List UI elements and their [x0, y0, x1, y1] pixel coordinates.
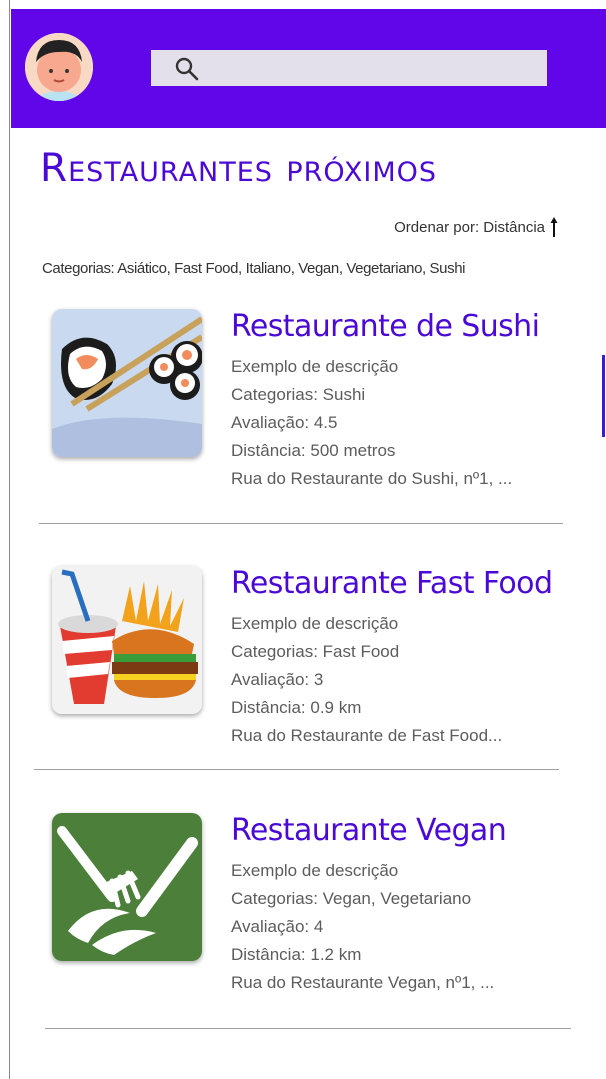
restaurant-description: Exemplo de descrição: [231, 614, 399, 633]
vegan-image: [52, 813, 202, 961]
app-bar: [11, 9, 606, 128]
scrollbar[interactable]: [602, 355, 605, 437]
search-icon[interactable]: [174, 56, 200, 82]
restaurant-address: Rua do Restaurante do Sushi, nº1, ...: [231, 469, 513, 488]
restaurant-address: Rua do Restaurante de Fast Food...: [231, 726, 503, 745]
restaurant-distance: Distância: 1.2 km: [231, 945, 362, 964]
restaurant-distance: Distância: 500 metros: [231, 441, 396, 460]
divider: [34, 769, 559, 770]
sort-label: Ordenar por: Distância: [394, 218, 545, 236]
restaurant-rating: Avaliação: 3: [231, 670, 324, 689]
divider: [39, 523, 563, 524]
search-input[interactable]: [151, 50, 547, 86]
page-title: Restaurantes próximos: [40, 146, 438, 191]
restaurant-name[interactable]: Restaurante Vegan: [231, 813, 507, 848]
divider: [45, 1028, 571, 1029]
fast-food-image: [52, 566, 202, 714]
sushi-image: [52, 309, 202, 457]
restaurant-rating: Avaliação: 4: [231, 917, 324, 936]
restaurant-categories: Categorias: Vegan, Vegetariano: [231, 889, 472, 908]
categories-filter[interactable]: Categorias: Asiático, Fast Food, Italian…: [42, 260, 465, 277]
restaurant-name[interactable]: Restaurante Fast Food: [231, 566, 553, 601]
restaurant-rating: Avaliação: 4.5: [231, 413, 338, 432]
restaurant-description: Exemplo de descrição: [231, 861, 399, 880]
arrow-up-icon[interactable]: [550, 216, 558, 238]
restaurant-distance: Distância: 0.9 km: [231, 698, 362, 717]
restaurant-name[interactable]: Restaurante de Sushi: [231, 309, 540, 344]
sort-control[interactable]: Ordenar por: Distância: [394, 216, 558, 238]
restaurant-categories: Categorias: Fast Food: [231, 642, 400, 661]
restaurant-description: Exemplo de descrição: [231, 357, 399, 376]
restaurant-categories: Categorias: Sushi: [231, 385, 366, 404]
user-avatar-icon[interactable]: [24, 32, 94, 102]
restaurant-address: Rua do Restaurante Vegan, nº1, ...: [231, 973, 495, 992]
left-border: [0, 0, 10, 1079]
